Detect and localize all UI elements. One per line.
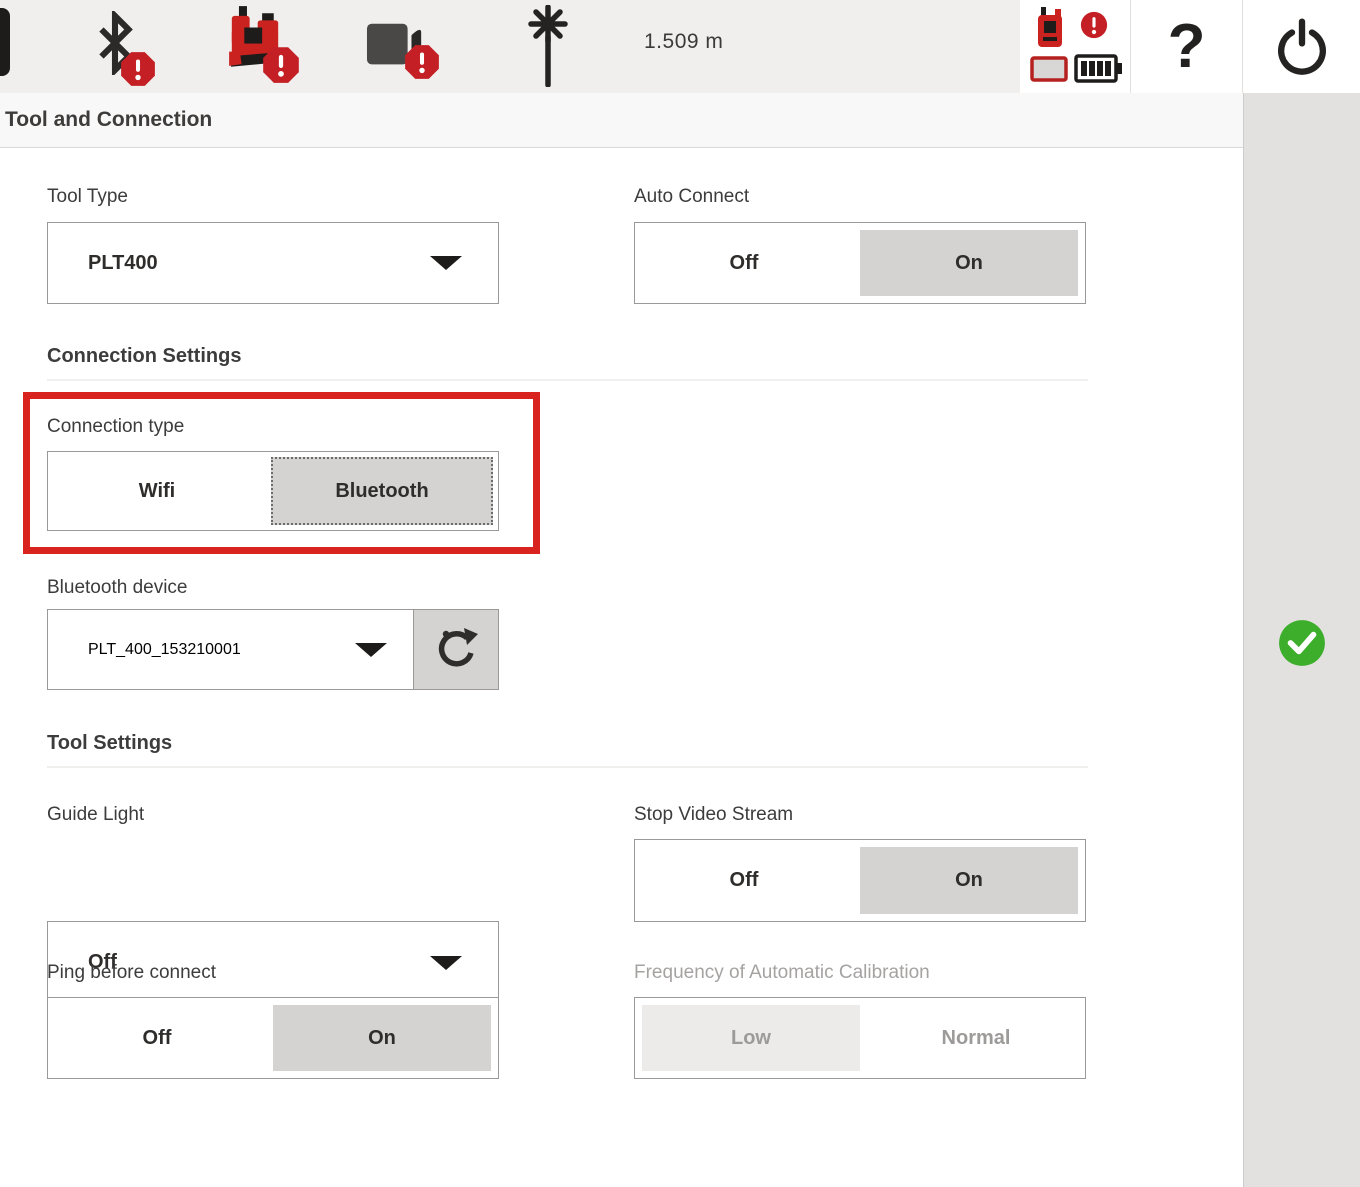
page-header: Tool and Connection (0, 93, 1243, 148)
question-mark-icon: ? (1168, 16, 1206, 78)
help-button[interactable]: ? (1131, 0, 1243, 93)
frequency-calibration-normal-option: Normal (867, 998, 1085, 1078)
auto-connect-toggle: Off On (634, 222, 1086, 304)
prism-status-indicator (524, 5, 572, 92)
bluetooth-device-control: PLT_400_153210001 (47, 609, 499, 690)
bluetooth-device-label: Bluetooth device (47, 577, 188, 599)
settings-content: Tool Type PLT400 Auto Connect Off On Con… (0, 148, 1243, 1187)
tool-type-value: PLT400 (88, 252, 158, 275)
status-alert-badge-icon (1080, 11, 1108, 39)
tool-settings-heading: Tool Settings (47, 732, 172, 755)
stop-video-stream-toggle: Off On (634, 839, 1086, 922)
ping-before-connect-toggle: Off On (47, 997, 499, 1079)
auto-connect-on-option[interactable]: On (860, 230, 1078, 296)
frequency-calibration-label: Frequency of Automatic Calibration (634, 962, 930, 984)
frequency-calibration-low-option: Low (642, 1005, 860, 1071)
refresh-devices-button[interactable] (413, 610, 498, 689)
ping-before-connect-off-option[interactable]: Off (48, 998, 266, 1078)
connection-type-label: Connection type (47, 416, 184, 438)
chevron-down-icon (430, 956, 462, 970)
success-check-icon[interactable] (1277, 618, 1327, 668)
guide-light-label: Guide Light (47, 804, 144, 826)
tool-alert-badge-icon (262, 46, 300, 84)
tool-status-indicator (222, 4, 312, 90)
connection-type-bluetooth-option[interactable]: Bluetooth (271, 457, 493, 525)
device-status-panel[interactable] (1020, 0, 1131, 93)
ping-before-connect-label: Ping before connect (47, 962, 216, 984)
prism-pole-icon (524, 5, 572, 87)
top-status-bar: 1.509 m (0, 0, 1360, 93)
chevron-down-icon (355, 643, 387, 657)
chevron-down-icon (430, 256, 462, 270)
cutoff-left-icon (0, 8, 10, 76)
divider (47, 766, 1088, 768)
stop-video-stream-on-option[interactable]: On (860, 847, 1078, 914)
bluetooth-device-value: PLT_400_153210001 (88, 641, 241, 659)
divider (47, 379, 1088, 381)
auto-connect-off-option[interactable]: Off (635, 223, 853, 303)
right-sidebar (1243, 93, 1360, 1187)
camera-alert-badge-icon (404, 44, 440, 80)
annotation-highlight-box: Connection type Wifi Bluetooth (23, 392, 540, 554)
frequency-calibration-toggle: Low Normal (634, 997, 1086, 1079)
tool-and-connection-screen: 1.509 m (0, 0, 1360, 1187)
bluetooth-alert-badge-icon (120, 51, 156, 87)
tool-battery-full-icon (1074, 52, 1124, 84)
height-measurement-value: 1.509 m (644, 30, 723, 54)
refresh-icon (432, 626, 480, 674)
ping-before-connect-on-option[interactable]: On (273, 1005, 491, 1071)
bluetooth-device-dropdown[interactable]: PLT_400_153210001 (48, 610, 413, 689)
stop-video-stream-label: Stop Video Stream (634, 804, 793, 826)
tool-type-dropdown[interactable]: PLT400 (47, 222, 499, 304)
controller-icon (1038, 6, 1064, 50)
connection-type-toggle: Wifi Bluetooth (47, 451, 499, 531)
stop-video-stream-off-option[interactable]: Off (635, 840, 853, 921)
auto-connect-label: Auto Connect (634, 186, 749, 208)
controller-battery-empty-icon (1030, 56, 1068, 82)
power-button[interactable] (1243, 0, 1360, 93)
bluetooth-status-indicator (92, 11, 174, 87)
camera-status-indicator (366, 20, 446, 86)
connection-settings-heading: Connection Settings (47, 345, 241, 368)
tool-type-label: Tool Type (47, 186, 128, 208)
page-title: Tool and Connection (0, 108, 212, 132)
power-icon (1273, 18, 1331, 76)
connection-type-wifi-option[interactable]: Wifi (48, 452, 266, 530)
